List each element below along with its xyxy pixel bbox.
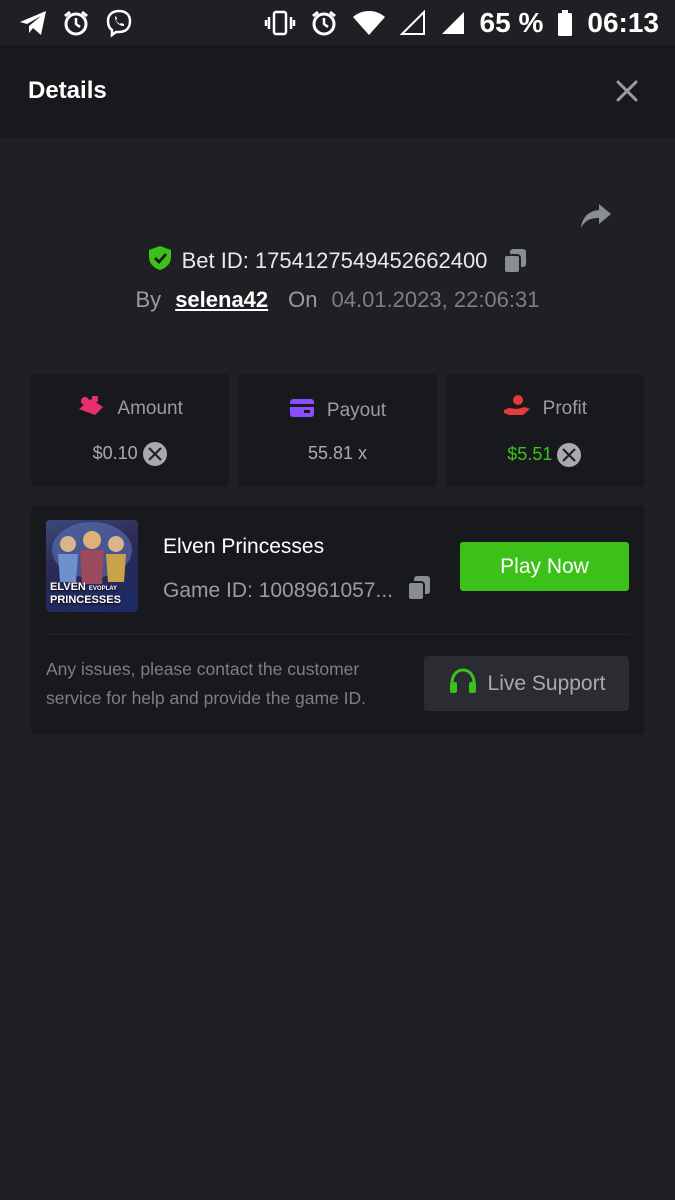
game-name: Elven Princesses — [163, 535, 325, 558]
telegram-icon — [18, 9, 48, 37]
alarm-icon — [310, 9, 338, 37]
on-label: On — [288, 287, 318, 312]
headset-icon — [448, 667, 478, 701]
game-thumbnail[interactable]: ELVEN EVOPLAY PRINCESSES — [46, 520, 138, 612]
thumb-line2: PRINCESSES — [50, 594, 121, 606]
thumb-brand: EVOPLAY — [88, 586, 118, 592]
stat-profit: Profit $5.51 — [445, 374, 644, 487]
details-header: Details — [0, 45, 675, 137]
stat-value: $0.10 — [92, 443, 138, 463]
bet-id-row: Bet ID: 1754127549452662400 — [0, 245, 675, 276]
battery-percent: 65 % — [479, 6, 544, 38]
stat-profit-value-row: $5.51 — [507, 442, 582, 468]
stat-payout: Payout 55.81 x — [238, 374, 437, 487]
close-button[interactable] — [607, 71, 647, 111]
stat-label: Profit — [542, 397, 587, 419]
game-id-row: Game ID: 1008961057... — [163, 575, 431, 607]
alarm-icon — [62, 9, 90, 37]
stat-profit-head: Profit — [503, 394, 587, 424]
game-card: ELVEN EVOPLAY PRINCESSES Elven Princesse… — [31, 505, 644, 735]
page-title: Details — [28, 77, 107, 104]
support-text: Any issues, please contact the customer … — [46, 659, 367, 708]
close-icon — [616, 80, 638, 102]
live-support-button[interactable]: Live Support — [424, 656, 629, 711]
verified-shield-icon — [148, 245, 172, 276]
stat-payout-head: Payout — [289, 397, 386, 425]
status-right: 65 % 06:13 — [264, 7, 659, 39]
stat-label: Amount — [117, 397, 183, 419]
bet-meta-row: By selena42 On 04.01.2023, 22:06:31 — [0, 287, 675, 313]
bet-date: 04.01.2023, 22:06:31 — [331, 287, 540, 312]
share-icon — [581, 204, 611, 228]
live-support-label: Live Support — [487, 671, 606, 695]
stat-label: Payout — [326, 400, 387, 421]
thumb-line1: ELVEN — [50, 581, 86, 593]
bet-id: Bet ID: 1754127549452662400 — [181, 247, 488, 273]
status-left — [18, 8, 134, 38]
amount-icon — [77, 395, 105, 423]
stat-amount: Amount $0.10 — [31, 374, 230, 487]
signal-icon — [440, 10, 466, 36]
username-link[interactable]: selena42 — [175, 287, 268, 313]
details-content: Bet ID: 1754127549452662400 By selena42 … — [0, 137, 675, 1200]
vibrate-icon — [264, 9, 296, 37]
status-bar: 65 % 06:13 — [0, 0, 675, 45]
battery-icon — [557, 9, 573, 37]
stat-amount-value-row: $0.10 — [93, 441, 168, 467]
xrp-coin-icon — [556, 442, 582, 468]
viber-icon — [104, 8, 134, 38]
divider — [46, 634, 629, 635]
stat-value: 55.81 x — [307, 443, 368, 463]
stat-payout-value-row: 55.81 x — [308, 443, 367, 464]
copy-bet-id-icon[interactable] — [503, 248, 527, 274]
profit-hand-icon — [503, 394, 531, 424]
stat-amount-head: Amount — [77, 395, 183, 423]
play-now-button[interactable]: Play Now — [460, 542, 629, 591]
game-thumbnail-logo: ELVEN EVOPLAY PRINCESSES — [50, 582, 121, 606]
share-button[interactable] — [574, 197, 618, 237]
bet-stats: Amount $0.10 Payout 55.81 x Profit $5.51 — [31, 374, 644, 487]
payout-card-icon — [289, 397, 315, 425]
game-id: Game ID: 1008961057... — [163, 579, 393, 602]
xrp-coin-icon — [142, 441, 168, 467]
stat-value: $5.51 — [507, 444, 553, 464]
wifi-icon — [352, 10, 386, 36]
signal-empty-icon — [399, 9, 426, 36]
copy-game-id-icon[interactable] — [407, 575, 431, 607]
by-label: By — [135, 287, 162, 312]
clock: 06:13 — [587, 6, 659, 38]
